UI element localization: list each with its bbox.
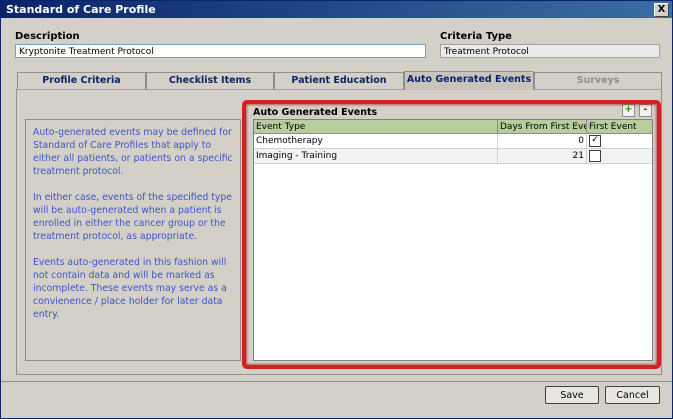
info-paragraph: Events auto-generated in this fashion wi… bbox=[33, 257, 227, 320]
tab-auto-generated-events[interactable]: Auto Generated Events bbox=[404, 71, 534, 90]
divider bbox=[1, 381, 672, 382]
window-title: Standard of Care Profile bbox=[6, 3, 156, 16]
cancel-button[interactable]: Cancel bbox=[605, 386, 660, 404]
info-box: Auto-generated events may be defined for… bbox=[25, 119, 241, 361]
tab-surveys: Surveys bbox=[534, 72, 662, 89]
info-paragraph: In either case, events of the specified … bbox=[33, 192, 232, 242]
tab-patient-education-materials[interactable]: Patient Education Materials bbox=[274, 72, 404, 102]
tab-profile-criteria[interactable]: Profile Criteria bbox=[17, 72, 146, 89]
save-button[interactable]: Save bbox=[545, 386, 599, 404]
close-icon[interactable]: X bbox=[654, 3, 669, 17]
description-label: Description bbox=[15, 31, 80, 42]
tab-checklist-items[interactable]: Checklist Items bbox=[146, 72, 274, 89]
description-input[interactable]: Kryptonite Treatment Protocol bbox=[15, 44, 426, 58]
criteria-type-label: Criteria Type bbox=[440, 31, 512, 42]
highlight-frame bbox=[242, 100, 661, 369]
title-bar[interactable]: Standard of Care Profile X bbox=[1, 1, 672, 18]
criteria-type-field: Treatment Protocol bbox=[440, 44, 660, 58]
info-paragraph: Auto-generated events may be defined for… bbox=[33, 127, 233, 177]
dialog-window: Standard of Care Profile X Description K… bbox=[0, 0, 673, 419]
